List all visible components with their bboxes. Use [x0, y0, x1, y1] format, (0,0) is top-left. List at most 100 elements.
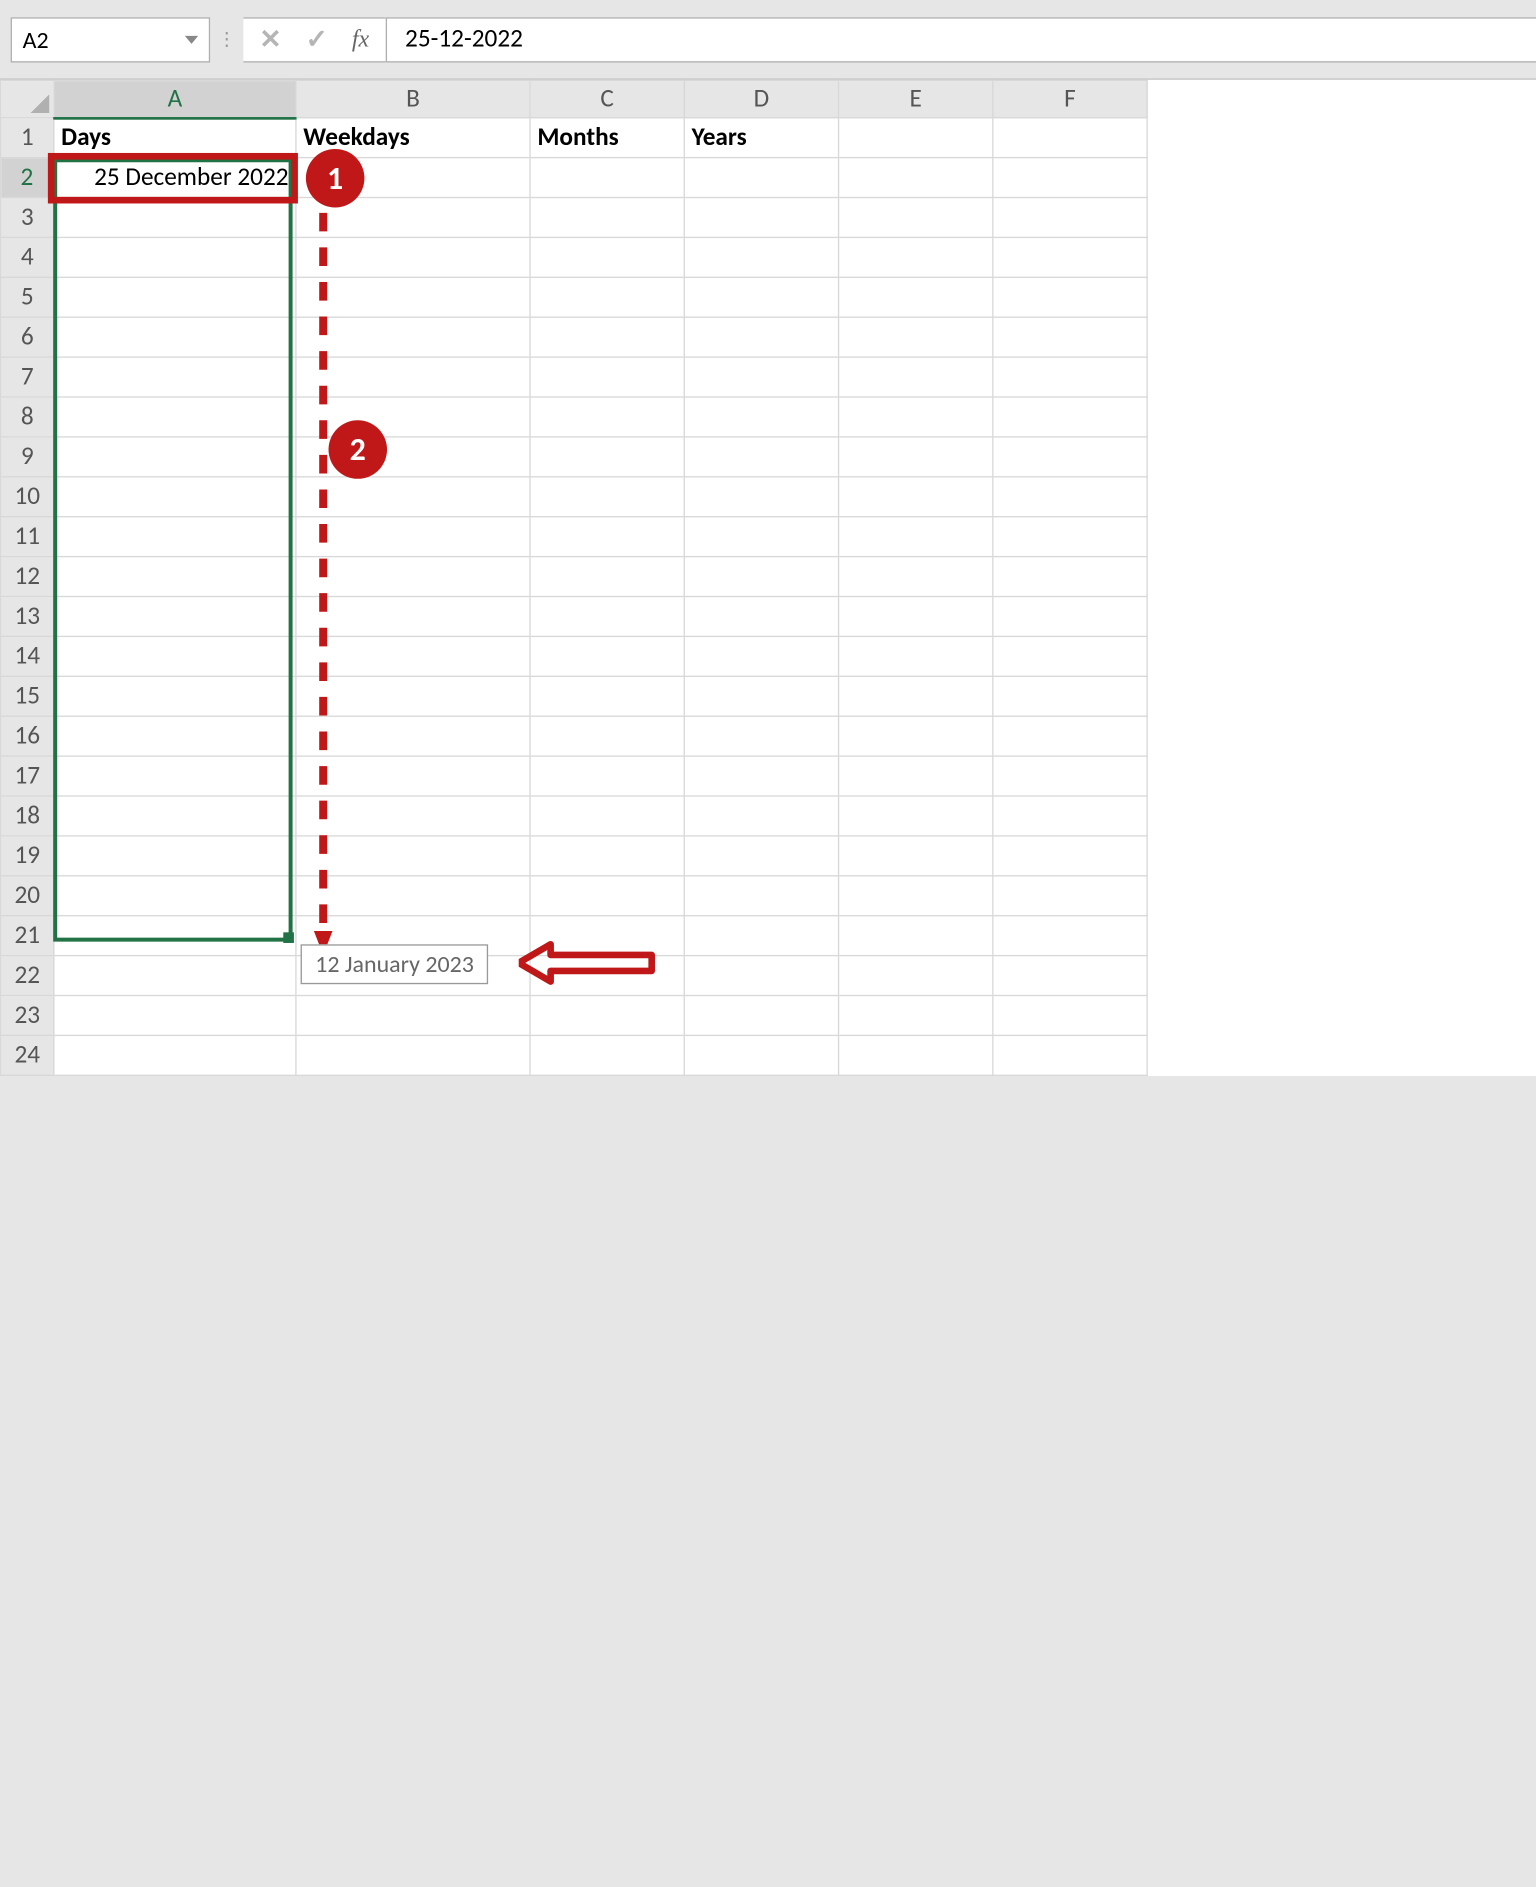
cancel-icon[interactable]: ✕ [259, 23, 281, 56]
cell[interactable] [684, 916, 838, 956]
row-header[interactable]: 24 [1, 1035, 54, 1075]
cell[interactable] [296, 1035, 530, 1075]
cell[interactable] [54, 836, 296, 876]
cell[interactable] [993, 796, 1147, 836]
cell[interactable] [684, 517, 838, 557]
cell[interactable] [530, 756, 684, 796]
cell[interactable] [993, 277, 1147, 317]
cell[interactable] [993, 397, 1147, 437]
cell[interactable] [684, 597, 838, 637]
row-header[interactable]: 15 [1, 676, 54, 716]
cell-D1[interactable]: Years [684, 118, 838, 158]
cell[interactable] [684, 836, 838, 876]
cell[interactable] [839, 237, 993, 277]
cell[interactable] [684, 437, 838, 477]
row-header[interactable]: 1 [1, 118, 54, 158]
cell-A1[interactable]: Days [54, 118, 296, 158]
row-header[interactable]: 9 [1, 437, 54, 477]
cell[interactable] [684, 237, 838, 277]
cell[interactable] [530, 676, 684, 716]
dropdown-caret-icon[interactable] [185, 35, 198, 43]
cell[interactable] [530, 956, 684, 996]
cell[interactable] [993, 756, 1147, 796]
row-header[interactable]: 22 [1, 956, 54, 996]
cell[interactable] [296, 876, 530, 916]
cell[interactable] [530, 237, 684, 277]
row-header[interactable]: 5 [1, 277, 54, 317]
cell[interactable] [530, 557, 684, 597]
cell-C2[interactable] [530, 158, 684, 198]
cell-F1[interactable] [993, 118, 1147, 158]
cell[interactable] [684, 796, 838, 836]
cell[interactable] [993, 597, 1147, 637]
cell[interactable] [993, 636, 1147, 676]
cell[interactable] [993, 956, 1147, 996]
cell[interactable] [296, 796, 530, 836]
cell[interactable] [296, 996, 530, 1036]
cell[interactable] [839, 836, 993, 876]
cell[interactable] [684, 477, 838, 517]
row-header[interactable]: 8 [1, 397, 54, 437]
cell[interactable] [54, 796, 296, 836]
cell[interactable] [839, 676, 993, 716]
cell[interactable] [839, 357, 993, 397]
cell[interactable] [54, 636, 296, 676]
cell[interactable] [839, 716, 993, 756]
cell[interactable] [839, 277, 993, 317]
select-all-corner[interactable] [1, 80, 54, 117]
cell[interactable] [296, 716, 530, 756]
cell[interactable] [839, 996, 993, 1036]
cell[interactable] [684, 198, 838, 238]
cell[interactable] [530, 317, 684, 357]
cell[interactable] [296, 477, 530, 517]
cell[interactable] [993, 437, 1147, 477]
col-header-E[interactable]: E [839, 80, 993, 117]
cell[interactable] [296, 317, 530, 357]
cell[interactable] [530, 477, 684, 517]
cell[interactable] [530, 1035, 684, 1075]
cell[interactable] [54, 277, 296, 317]
cell[interactable] [993, 996, 1147, 1036]
cell[interactable] [839, 756, 993, 796]
row-header[interactable]: 3 [1, 198, 54, 238]
cell[interactable] [530, 517, 684, 557]
cell[interactable] [839, 198, 993, 238]
cell[interactable] [530, 796, 684, 836]
row-header[interactable]: 14 [1, 636, 54, 676]
cell[interactable] [993, 477, 1147, 517]
cell[interactable] [839, 876, 993, 916]
cell[interactable] [296, 517, 530, 557]
cell[interactable] [296, 597, 530, 637]
cell[interactable] [54, 916, 296, 956]
cell[interactable] [530, 198, 684, 238]
cell[interactable] [684, 716, 838, 756]
cell[interactable] [684, 277, 838, 317]
cell[interactable] [296, 756, 530, 796]
col-header-A[interactable]: A [54, 80, 296, 117]
cell[interactable] [530, 437, 684, 477]
cell[interactable] [684, 557, 838, 597]
cell[interactable] [993, 876, 1147, 916]
cell[interactable] [54, 676, 296, 716]
cell[interactable] [684, 676, 838, 716]
cell[interactable] [993, 716, 1147, 756]
cell[interactable] [839, 437, 993, 477]
cell[interactable] [684, 756, 838, 796]
cell[interactable] [54, 597, 296, 637]
cell[interactable] [684, 1035, 838, 1075]
cell[interactable] [839, 1035, 993, 1075]
cell[interactable] [993, 1035, 1147, 1075]
row-header[interactable]: 10 [1, 477, 54, 517]
cell[interactable] [839, 517, 993, 557]
cell-F2[interactable] [993, 158, 1147, 198]
cell[interactable] [839, 636, 993, 676]
cell-E2[interactable] [839, 158, 993, 198]
cell[interactable] [54, 1035, 296, 1075]
cell[interactable] [684, 357, 838, 397]
cell[interactable] [54, 716, 296, 756]
row-header[interactable]: 11 [1, 517, 54, 557]
cell[interactable] [684, 397, 838, 437]
cell-E1[interactable] [839, 118, 993, 158]
cell[interactable] [54, 198, 296, 238]
cell[interactable] [54, 397, 296, 437]
